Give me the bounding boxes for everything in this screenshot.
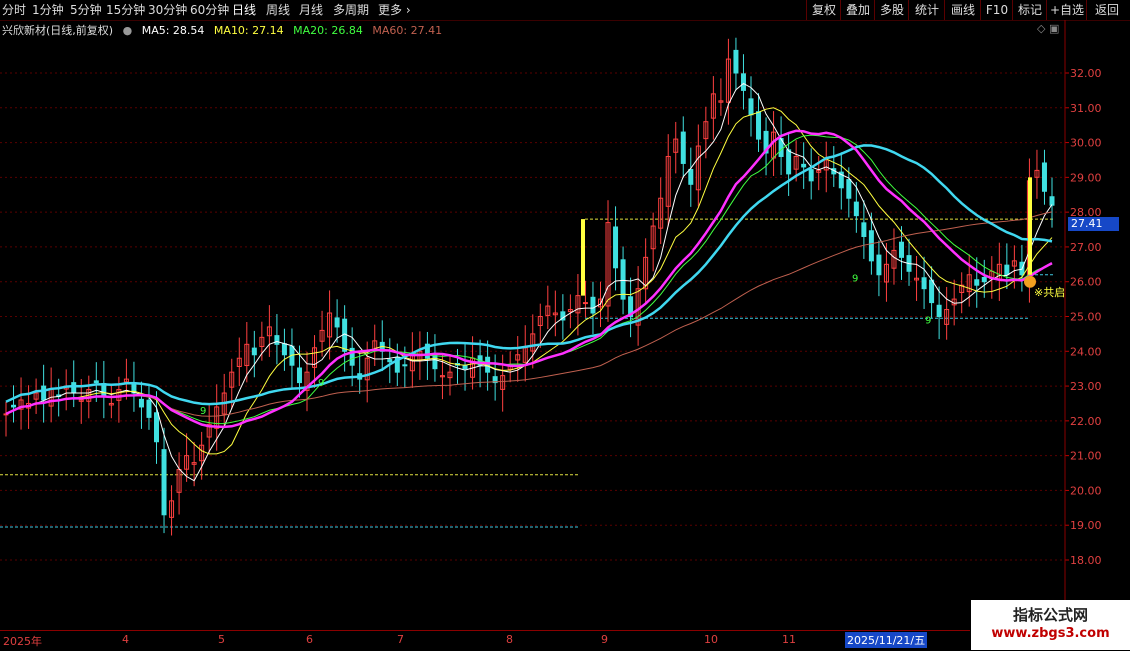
candle-body — [93, 380, 99, 384]
candle-body — [138, 398, 144, 408]
price-axis: 18.00 19.00 20.00 21.00 22.00 23.00 24.00 25.00… — [1064, 20, 1102, 630]
candle-body — [786, 149, 792, 175]
candles — [3, 37, 1055, 536]
candle-body — [620, 259, 626, 300]
magenta-band-line — [5, 129, 1053, 429]
candle-body — [688, 168, 694, 185]
month-label: 6 — [306, 633, 313, 646]
signal-label: ※共启 — [1034, 286, 1065, 299]
watermark-title: 指标公式网 — [1012, 606, 1088, 624]
month-label: 4 — [122, 633, 129, 646]
y-tick-label: 31.00 — [1070, 102, 1102, 115]
candle-body — [733, 49, 739, 74]
y-tick-label: 22.00 — [1070, 415, 1102, 428]
current-price-tag: 27.41 — [1068, 217, 1119, 231]
month-label: 5 — [218, 633, 225, 646]
ma20-line — [5, 134, 1053, 425]
y-tick-label: 24.00 — [1070, 345, 1102, 358]
candle-body — [296, 367, 302, 384]
y-tick-label: 20.00 — [1070, 484, 1102, 497]
y-tick-label: 25.00 — [1070, 311, 1102, 324]
signal-bar — [581, 219, 585, 296]
band-lines — [0, 218, 1055, 528]
month-label: 8 — [506, 633, 513, 646]
countdown-label: 9 — [318, 378, 324, 389]
candle-body — [154, 412, 160, 443]
candle-body — [402, 364, 408, 367]
candle-body — [853, 201, 859, 217]
y-tick-label: 26.00 — [1070, 276, 1102, 289]
candle-body — [756, 111, 762, 140]
candle-body — [740, 73, 746, 91]
y-tick-label: 18.00 — [1070, 554, 1102, 567]
y-tick-label: 21.00 — [1070, 450, 1102, 463]
cursor-date: 2025/11/21/五 — [845, 632, 928, 648]
y-tick-label: 32.00 — [1070, 67, 1102, 80]
candle-body — [281, 343, 287, 356]
candle-body — [274, 335, 280, 345]
candle-body — [1049, 196, 1055, 206]
candle-body — [846, 179, 852, 199]
candle-body — [582, 302, 588, 305]
signal-bar — [1028, 177, 1032, 275]
candle-body — [1004, 264, 1010, 276]
candle-body — [868, 230, 874, 262]
candle-body — [334, 317, 340, 328]
candle-body — [748, 98, 754, 116]
candle-body — [921, 277, 927, 290]
candle-body — [11, 404, 17, 408]
candle-body — [590, 296, 596, 314]
candle-body — [41, 385, 47, 401]
month-label: 9 — [601, 633, 608, 646]
y-tick-label: 27.00 — [1070, 241, 1102, 254]
candle-body — [974, 279, 980, 286]
countdown-label: 9 — [852, 274, 858, 285]
y-tick-label: 19.00 — [1070, 519, 1102, 532]
month-label: 10 — [704, 633, 718, 646]
date-axis: 2025年 4 5 6 7 8 9 10 11 2025/11/21/五 — [0, 630, 970, 651]
countdown-label: 9 — [925, 315, 931, 326]
candle-body — [251, 347, 257, 356]
candle-body — [876, 254, 882, 276]
watermark: 指标公式网 www.zbgs3.com — [971, 600, 1130, 650]
candle-body — [462, 364, 468, 370]
candle-body — [485, 356, 491, 373]
candle-body — [929, 279, 935, 304]
month-label: 11 — [782, 633, 796, 646]
candle-body — [981, 276, 987, 283]
candle-body — [936, 304, 942, 318]
price-chart[interactable]: 18.00 19.00 20.00 21.00 22.00 23.00 24.00 25.00… — [0, 0, 1130, 630]
month-label: 2025年 — [3, 635, 42, 648]
candle-body — [1041, 162, 1047, 192]
candle-body — [680, 131, 686, 164]
candle-body — [801, 163, 807, 168]
candle-body — [613, 226, 619, 269]
candle-body — [146, 399, 152, 418]
candle-body — [161, 449, 167, 516]
y-tick-label: 29.00 — [1070, 171, 1102, 184]
candle-body — [808, 169, 814, 182]
candle-body — [898, 241, 904, 258]
candle-body — [387, 359, 393, 363]
month-label: 7 — [397, 633, 404, 646]
y-tick-label: 30.00 — [1070, 137, 1102, 150]
watermark-url: www.zbgs3.com — [991, 626, 1110, 641]
y-tick-label: 23.00 — [1070, 380, 1102, 393]
countdown-label: 9 — [200, 406, 206, 417]
candle-body — [71, 382, 77, 394]
candle-body — [861, 222, 867, 237]
